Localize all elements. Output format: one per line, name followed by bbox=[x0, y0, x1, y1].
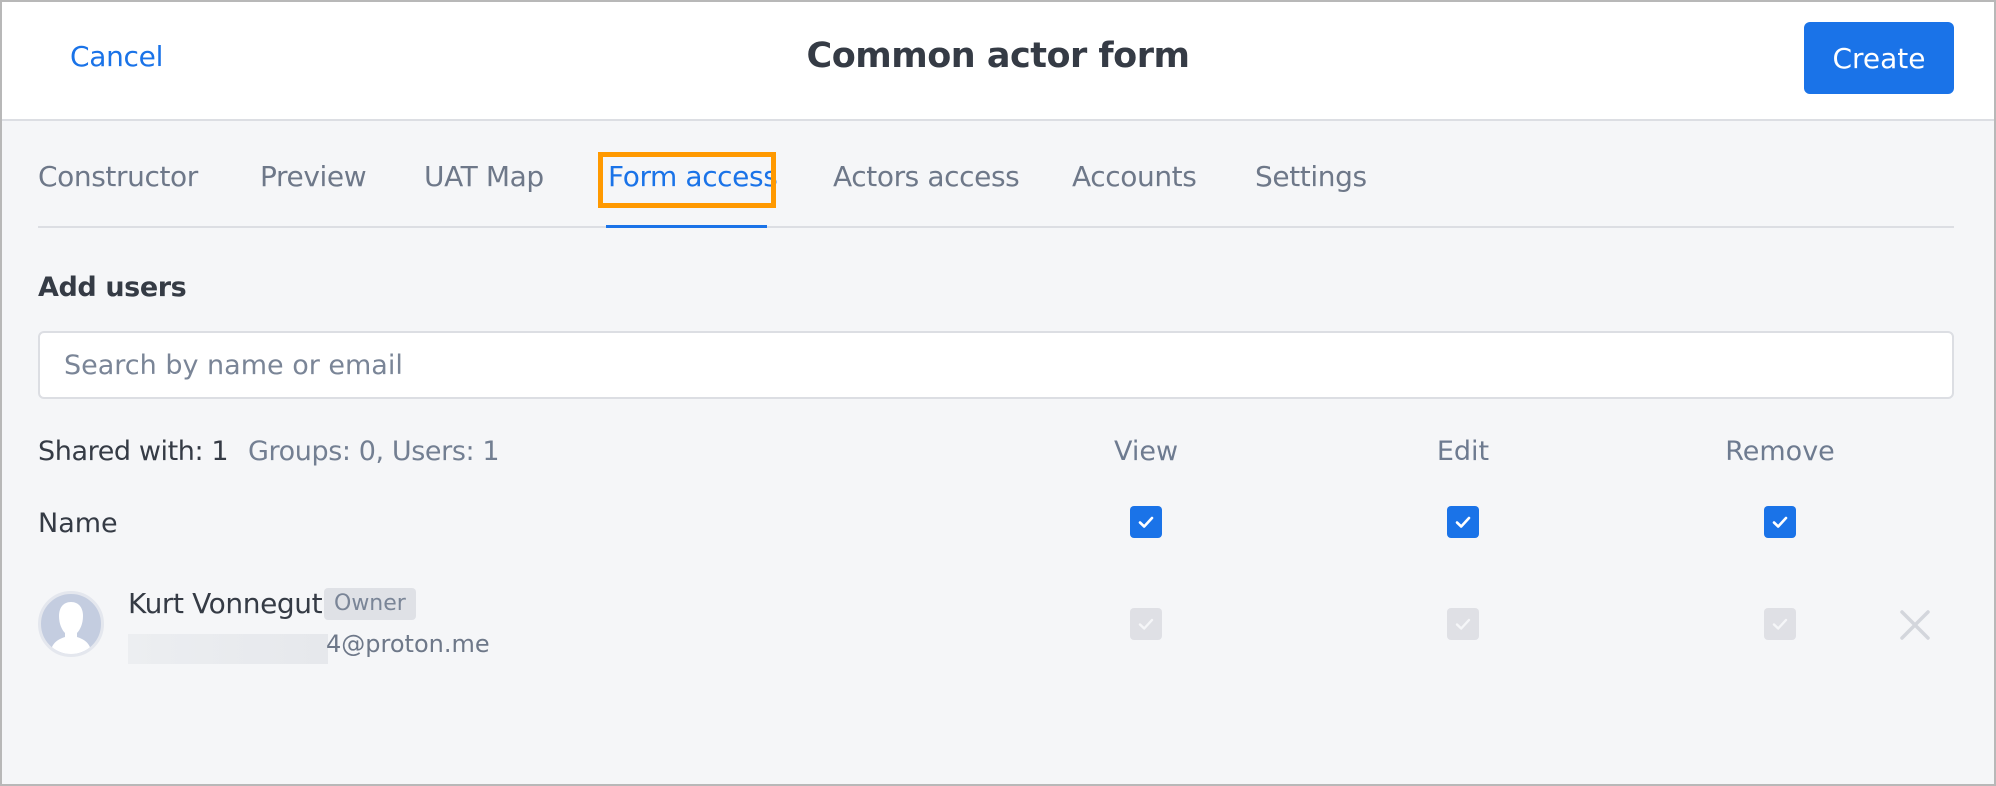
dialog-header: Cancel Common actor form Create bbox=[2, 2, 1994, 121]
tab-form-access[interactable]: Form access bbox=[608, 160, 778, 193]
tab-actors-access[interactable]: Actors access bbox=[833, 160, 1020, 193]
checkmark-icon bbox=[1138, 516, 1154, 528]
tab-uat-map[interactable]: UAT Map bbox=[424, 160, 544, 193]
page-title: Common actor form bbox=[806, 36, 1190, 76]
owner-badge: Owner bbox=[324, 588, 416, 620]
column-header-remove: Remove bbox=[1725, 436, 1835, 467]
column-header-edit: Edit bbox=[1436, 436, 1490, 467]
column-header-view: View bbox=[1113, 436, 1179, 467]
select-all-edit-checkbox[interactable] bbox=[1447, 506, 1479, 538]
default-user-silhouette-icon bbox=[51, 602, 91, 654]
shared-with-count: Shared with: 1 bbox=[38, 436, 229, 467]
tab-preview[interactable]: Preview bbox=[260, 160, 367, 193]
user-name: Kurt Vonnegut bbox=[128, 587, 323, 620]
tab-constructor[interactable]: Constructor bbox=[38, 160, 198, 193]
user-remove-checkbox bbox=[1764, 608, 1796, 640]
create-button[interactable]: Create bbox=[1804, 22, 1954, 94]
close-icon bbox=[1900, 610, 1930, 640]
tab-accounts[interactable]: Accounts bbox=[1072, 160, 1197, 193]
active-tab-indicator bbox=[606, 225, 767, 228]
checkmark-icon bbox=[1455, 618, 1471, 630]
tab-settings[interactable]: Settings bbox=[1255, 160, 1367, 193]
user-search-input[interactable] bbox=[38, 331, 1954, 399]
email-redaction bbox=[128, 634, 328, 664]
select-all-view-checkbox[interactable] bbox=[1130, 506, 1162, 538]
avatar bbox=[38, 591, 104, 657]
column-header-name: Name bbox=[38, 508, 118, 539]
user-view-checkbox bbox=[1130, 608, 1162, 640]
checkmark-icon bbox=[1138, 618, 1154, 630]
tab-bar: Constructor Preview UAT Map Form access … bbox=[38, 152, 1954, 228]
form-access-dialog: Cancel Common actor form Create Construc… bbox=[2, 2, 1994, 784]
checkmark-icon bbox=[1455, 516, 1471, 528]
select-all-remove-checkbox[interactable] bbox=[1764, 506, 1796, 538]
remove-user-button[interactable] bbox=[1898, 608, 1932, 642]
add-users-heading: Add users bbox=[38, 272, 187, 303]
checkmark-icon bbox=[1772, 618, 1788, 630]
checkmark-icon bbox=[1772, 516, 1788, 528]
user-edit-checkbox bbox=[1447, 608, 1479, 640]
shared-breakdown: Groups: 0, Users: 1 bbox=[248, 436, 500, 467]
user-email: 4@proton.me bbox=[326, 630, 490, 658]
